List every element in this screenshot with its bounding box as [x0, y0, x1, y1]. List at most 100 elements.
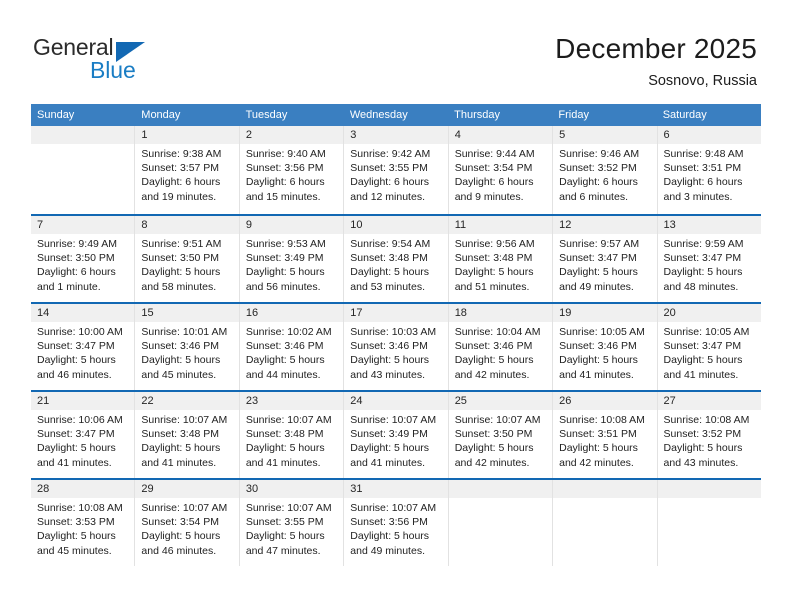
day-details: Sunrise: 10:05 AM Sunset: 3:46 PM Daylight…	[553, 322, 656, 382]
day-details: Sunrise: 9:42 AM Sunset: 3:55 PM Daylight:…	[344, 144, 447, 204]
daylight-text-line2: and 53 minutes.	[350, 280, 425, 293]
day-number: 9	[239, 216, 344, 234]
daylight-text-line2: and 46 minutes.	[37, 368, 112, 381]
calendar-day-cell[interactable]: 3 Sunrise: 9:42 AM Sunset: 3:55 PM Daylight…	[343, 126, 448, 214]
daylight-text-line1: Daylight: 5 hours	[350, 442, 430, 455]
calendar-day-cell[interactable]: 12 Sunrise: 9:57 AM Sunset: 3:47 PM Dayligh…	[552, 216, 657, 302]
day-number: 14	[31, 304, 135, 322]
sunrise-text: Sunrise: 10:08 AM	[559, 414, 645, 426]
calendar-day-cell[interactable]: 13 Sunrise: 9:59 AM Sunset: 3:47 PM Dayligh…	[656, 216, 761, 302]
sunrise-text: Sunrise: 9:57 AM	[559, 238, 640, 250]
weekday-header-saturday: Saturday	[662, 109, 707, 121]
day-details: Sunrise: 9:48 AM Sunset: 3:51 PM Daylight:…	[658, 144, 761, 204]
calendar-day-cell[interactable]: 28 Sunrise: 10:08 AM Sunset: 3:53 PM Daylig…	[31, 480, 135, 566]
calendar-day-cell-empty	[31, 126, 135, 214]
sunset-text: Sunset: 3:46 PM	[245, 340, 324, 353]
calendar-day-cell[interactable]: 8 Sunrise: 9:51 AM Sunset: 3:50 PM Daylight…	[134, 216, 239, 302]
sunrise-text: Sunrise: 10:06 AM	[37, 414, 123, 426]
calendar-day-cell[interactable]: 22 Sunrise: 10:07 AM Sunset: 3:48 PM Daylig…	[134, 392, 239, 478]
day-number: 23	[239, 392, 344, 410]
calendar-day-cell[interactable]: 6 Sunrise: 9:48 AM Sunset: 3:51 PM Daylight…	[656, 126, 761, 214]
day-details: Sunrise: 9:57 AM Sunset: 3:47 PM Daylight:…	[553, 234, 656, 294]
calendar-day-cell[interactable]: 25 Sunrise: 10:07 AM Sunset: 3:50 PM Daylig…	[447, 392, 553, 478]
page-title: December 2025	[555, 33, 757, 64]
sunrise-text: Sunrise: 9:46 AM	[559, 148, 640, 160]
daylight-text-line1: Daylight: 6 hours	[559, 176, 638, 189]
calendar-day-cell-empty	[447, 480, 553, 566]
day-number: 15	[135, 304, 239, 322]
sunrise-text: Sunrise: 10:02 AM	[245, 326, 332, 338]
day-details: Sunrise: 9:40 AM Sunset: 3:56 PM Daylight:…	[240, 144, 343, 204]
sunset-text: Sunset: 3:47 PM	[37, 428, 115, 441]
calendar-day-cell[interactable]: 23 Sunrise: 10:07 AM Sunset: 3:48 PM Daylig…	[238, 392, 344, 478]
daylight-text-line1: Daylight: 5 hours	[454, 442, 534, 455]
calendar-day-cell[interactable]: 29 Sunrise: 10:07 AM Sunset: 3:54 PM Daylig…	[134, 480, 239, 566]
calendar-day-cell[interactable]: 10 Sunrise: 9:54 AM Sunset: 3:48 PM Dayligh…	[343, 216, 448, 302]
daylight-text-line2: and 58 minutes.	[141, 280, 217, 293]
sunrise-text: Sunrise: 9:42 AM	[350, 148, 431, 160]
sunset-text: Sunset: 3:50 PM	[454, 428, 533, 441]
day-details: Sunrise: 10:05 AM Sunset: 3:47 PM Daylight…	[658, 322, 761, 382]
sunset-text: Sunset: 3:48 PM	[141, 428, 220, 441]
calendar-day-cell[interactable]: 5 Sunrise: 9:46 AM Sunset: 3:52 PM Daylight…	[552, 126, 657, 214]
day-details: Sunrise: 9:53 AM Sunset: 3:49 PM Daylight:…	[240, 234, 343, 294]
sunset-text: Sunset: 3:49 PM	[350, 428, 428, 441]
calendar-day-cell-empty	[656, 480, 761, 566]
sunset-text: Sunset: 3:52 PM	[663, 428, 742, 441]
sunset-text: Sunset: 3:47 PM	[559, 252, 637, 265]
sunset-text: Sunset: 3:46 PM	[350, 340, 428, 353]
sunset-text: Sunset: 3:54 PM	[141, 516, 220, 529]
calendar-day-cell[interactable]: 18 Sunrise: 10:04 AM Sunset: 3:46 PM Daylig…	[447, 304, 553, 390]
calendar-day-cell[interactable]: 2 Sunrise: 9:40 AM Sunset: 3:56 PM Daylight…	[238, 126, 344, 214]
sunset-text: Sunset: 3:46 PM	[559, 340, 637, 353]
calendar-day-cell[interactable]: 1 Sunrise: 9:38 AM Sunset: 3:57 PM Daylight…	[134, 126, 239, 214]
sunrise-text: Sunrise: 9:59 AM	[663, 238, 744, 250]
day-number: 17	[344, 304, 448, 322]
calendar-day-cell[interactable]: 15 Sunrise: 10:01 AM Sunset: 3:46 PM Daylig…	[134, 304, 239, 390]
weekday-header-row: Sunday Monday Tuesday Wednesday Thursday Frid…	[31, 104, 761, 126]
sunset-text: Sunset: 3:51 PM	[559, 428, 637, 441]
calendar-day-cell[interactable]: 7 Sunrise: 9:49 AM Sunset: 3:50 PM Daylight…	[31, 216, 135, 302]
calendar-day-cell[interactable]: 14 Sunrise: 10:00 AM Sunset: 3:47 PM Daylig…	[31, 304, 135, 390]
calendar-week-row: 21 Sunrise: 10:06 AM Sunset: 3:47 PM Daylig…	[31, 390, 761, 478]
sunset-text: Sunset: 3:53 PM	[37, 516, 115, 529]
calendar-day-cell[interactable]: 24 Sunrise: 10:07 AM Sunset: 3:49 PM Daylig…	[343, 392, 448, 478]
daylight-text-line2: and 48 minutes.	[663, 280, 739, 293]
calendar-day-cell[interactable]: 4 Sunrise: 9:44 AM Sunset: 3:54 PM Daylight…	[447, 126, 553, 214]
day-details: Sunrise: 10:07 AM Sunset: 3:49 PM Daylight…	[344, 410, 447, 470]
weekday-header-thursday: Thursday	[454, 109, 500, 121]
calendar-day-cell[interactable]: 20 Sunrise: 10:05 AM Sunset: 3:47 PM Daylig…	[656, 304, 761, 390]
sunset-text: Sunset: 3:50 PM	[37, 252, 115, 265]
daylight-text-line2: and 41 minutes.	[37, 456, 112, 469]
calendar-day-cell[interactable]: 9 Sunrise: 9:53 AM Sunset: 3:49 PM Daylight…	[238, 216, 344, 302]
daylight-text-line2: and 6 minutes.	[559, 190, 628, 203]
sunrise-text: Sunrise: 10:03 AM	[350, 326, 437, 338]
daylight-text-line1: Daylight: 5 hours	[350, 266, 430, 279]
weekday-header-monday: Monday	[141, 109, 181, 121]
sunset-text: Sunset: 3:55 PM	[350, 162, 428, 175]
daylight-text-line2: and 41 minutes.	[245, 456, 321, 469]
calendar-day-cell[interactable]: 26 Sunrise: 10:08 AM Sunset: 3:51 PM Daylig…	[552, 392, 657, 478]
sunrise-text: Sunrise: 10:08 AM	[37, 502, 123, 514]
sunset-text: Sunset: 3:56 PM	[245, 162, 324, 175]
daylight-text-line1: Daylight: 5 hours	[245, 442, 325, 455]
calendar-day-cell[interactable]: 21 Sunrise: 10:06 AM Sunset: 3:47 PM Daylig…	[31, 392, 135, 478]
sunrise-text: Sunrise: 10:07 AM	[141, 502, 228, 514]
sunset-text: Sunset: 3:47 PM	[663, 340, 742, 353]
day-details: Sunrise: 10:07 AM Sunset: 3:48 PM Daylight…	[135, 410, 238, 470]
calendar-day-cell[interactable]: 17 Sunrise: 10:03 AM Sunset: 3:46 PM Daylig…	[343, 304, 448, 390]
calendar-day-cell[interactable]: 31 Sunrise: 10:07 AM Sunset: 3:56 PM Daylig…	[343, 480, 448, 566]
calendar-day-cell[interactable]: 19 Sunrise: 10:05 AM Sunset: 3:46 PM Daylig…	[552, 304, 657, 390]
calendar-day-cell[interactable]: 16 Sunrise: 10:02 AM Sunset: 3:46 PM Daylig…	[238, 304, 344, 390]
daylight-text-line1: Daylight: 5 hours	[141, 530, 221, 543]
day-number: 30	[239, 480, 344, 498]
calendar-day-cell[interactable]: 30 Sunrise: 10:07 AM Sunset: 3:55 PM Daylig…	[238, 480, 344, 566]
calendar-day-cell[interactable]: 27 Sunrise: 10:08 AM Sunset: 3:52 PM Daylig…	[656, 392, 761, 478]
sunrise-text: Sunrise: 10:07 AM	[245, 414, 332, 426]
day-number: 21	[31, 392, 135, 410]
day-details: Sunrise: 9:49 AM Sunset: 3:50 PM Daylight:…	[31, 234, 134, 294]
day-number	[657, 480, 761, 498]
daylight-text-line1: Daylight: 5 hours	[141, 442, 221, 455]
calendar-day-cell[interactable]: 11 Sunrise: 9:56 AM Sunset: 3:48 PM Dayligh…	[447, 216, 553, 302]
daylight-text-line1: Daylight: 5 hours	[37, 354, 116, 367]
